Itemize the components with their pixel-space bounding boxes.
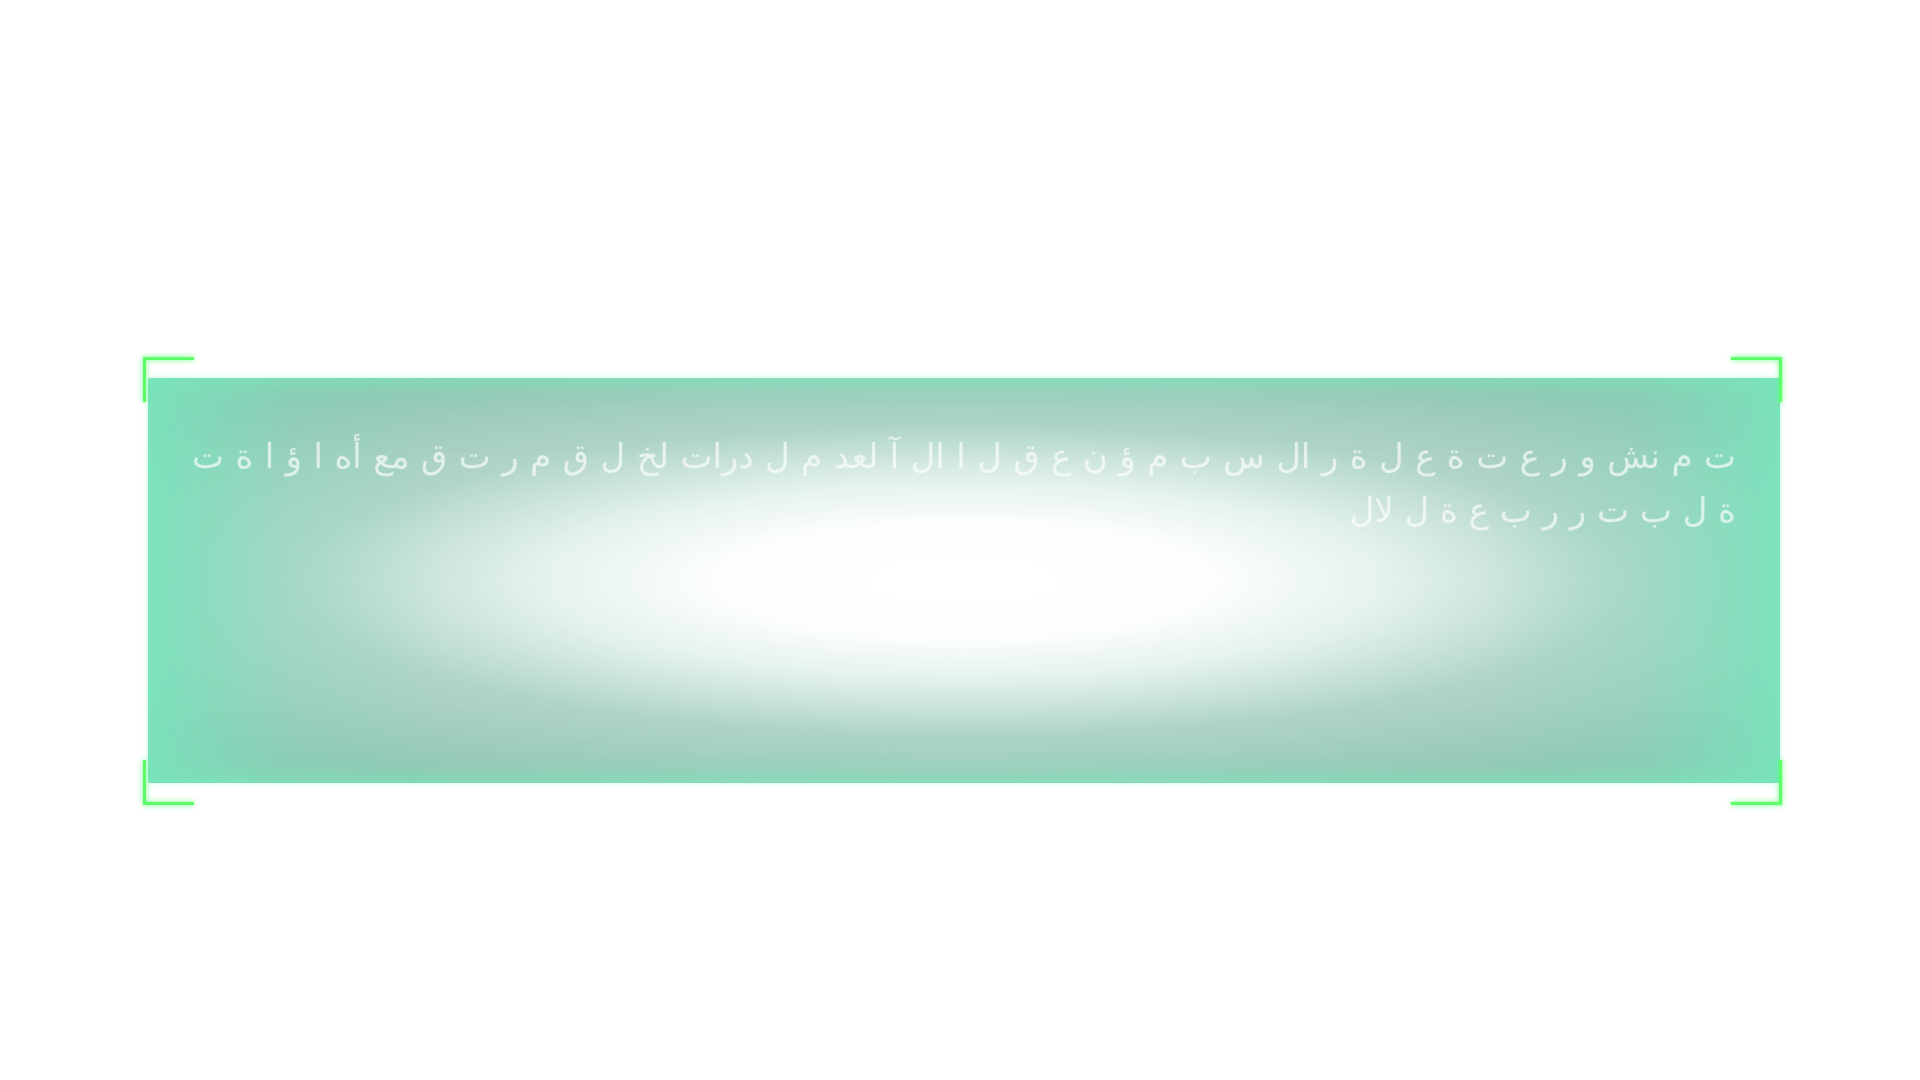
corner-bracket-bottom-right-icon xyxy=(1731,760,1782,805)
faded-arabic-text-block: ت م نش و ر ع ت ة ع ل ة ر ال س ب م ؤ ن ع … xyxy=(192,437,1736,531)
corner-bracket-top-left-icon xyxy=(143,357,194,402)
corner-bracket-bottom-left-icon xyxy=(143,760,194,805)
corner-bracket-top-right-icon xyxy=(1731,357,1782,402)
glowing-text-panel: ت م نش و ر ع ت ة ع ل ة ر ال س ب م ؤ ن ع … xyxy=(148,378,1780,783)
screen-canvas: ت م نش و ر ع ت ة ع ل ة ر ال س ب م ؤ ن ع … xyxy=(0,0,1920,1080)
